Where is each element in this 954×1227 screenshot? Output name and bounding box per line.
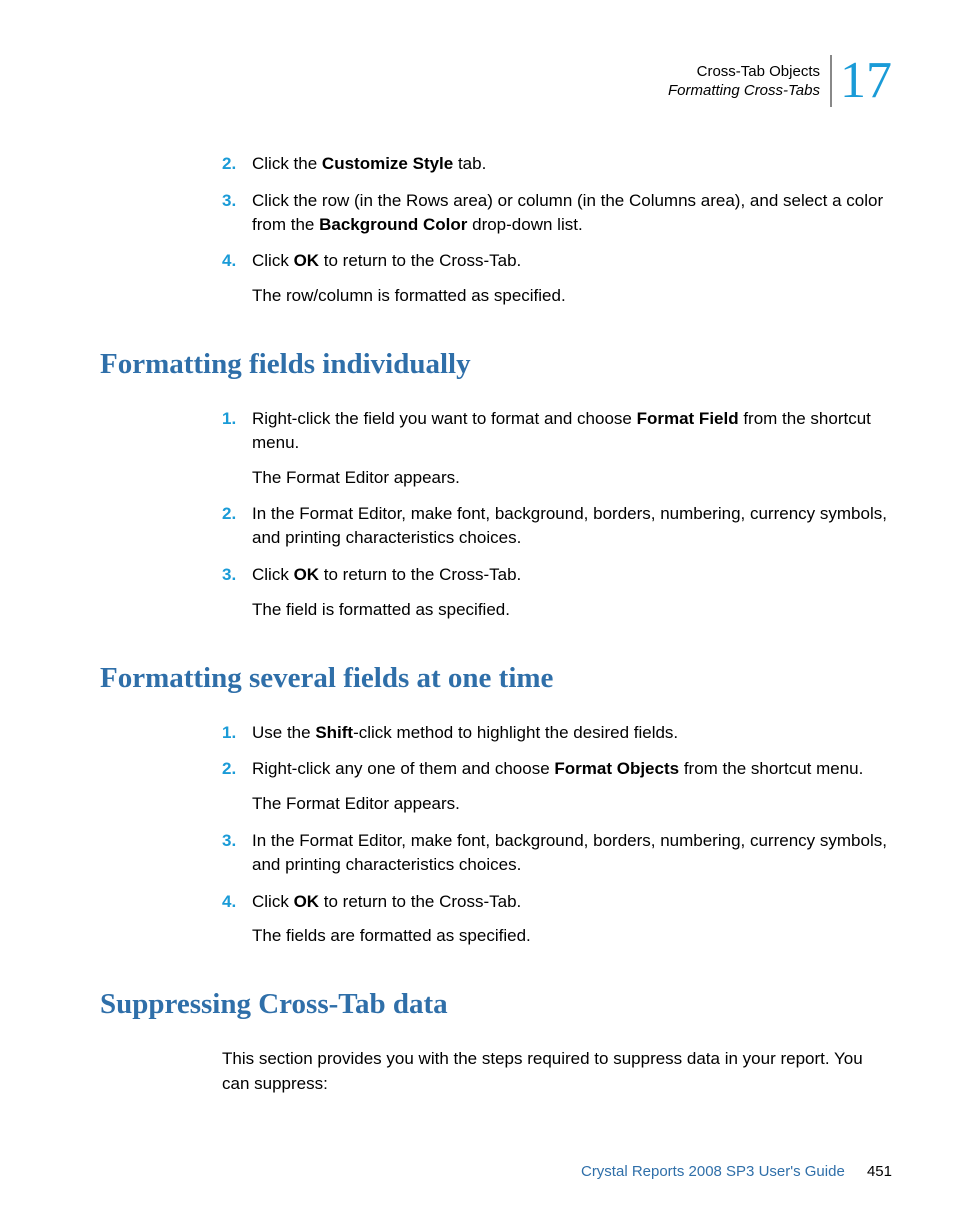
section-2-content: 1. Use the Shift-click method to highlig… — [100, 721, 892, 949]
step-text-post: drop-down list. — [467, 215, 582, 234]
step-text: In the Format Editor, make font, backgro… — [252, 831, 887, 874]
step-text-bold: OK — [294, 892, 320, 911]
page-header: Cross-Tab Objects Formatting Cross-Tabs … — [100, 55, 892, 107]
step-text-bold: OK — [294, 565, 320, 584]
step-text-bold: Shift — [315, 723, 353, 742]
step-text-bold: Format Field — [637, 409, 739, 428]
step-number: 3. — [222, 829, 236, 853]
chapter-number: 17 — [830, 55, 892, 107]
step-text-bold: Customize Style — [322, 154, 453, 173]
step-text-pre: Click — [252, 892, 294, 911]
step-text-pre: Click — [252, 565, 294, 584]
footer-page-number: 451 — [867, 1163, 892, 1180]
step-number: 2. — [222, 502, 236, 526]
step-text-post: to return to the Cross-Tab. — [319, 565, 521, 584]
step-2: 2. In the Format Editor, make font, back… — [222, 502, 892, 550]
heading-suppressing-crosstab-data: Suppressing Cross-Tab data — [100, 988, 892, 1021]
header-text-block: Cross-Tab Objects Formatting Cross-Tabs — [668, 62, 820, 101]
step-3: 3. Click OK to return to the Cross-Tab. … — [222, 563, 892, 622]
step-3: 3. Click the row (in the Rows area) or c… — [222, 189, 892, 237]
header-line2: Formatting Cross-Tabs — [668, 81, 820, 101]
step-list-0: 2. Click the Customize Style tab. 3. Cli… — [222, 152, 892, 308]
header-line1: Cross-Tab Objects — [668, 62, 820, 82]
step-list-1: 1. Right-click the field you want to for… — [222, 407, 892, 622]
step-text-pre: Click — [252, 251, 294, 270]
step-number: 3. — [222, 563, 236, 587]
step-2: 2. Click the Customize Style tab. — [222, 152, 892, 176]
step-text-bold: Background Color — [319, 215, 467, 234]
step-3: 3. In the Format Editor, make font, back… — [222, 829, 892, 877]
heading-formatting-fields-individually: Formatting fields individually — [100, 348, 892, 381]
step-text-pre: Use the — [252, 723, 315, 742]
step-number: 1. — [222, 407, 236, 431]
step-text-post: to return to the Cross-Tab. — [319, 251, 521, 270]
step-number: 4. — [222, 249, 236, 273]
step-text-pre: Click the — [252, 154, 322, 173]
step-text-post: tab. — [453, 154, 486, 173]
step-number: 3. — [222, 189, 236, 213]
step-number: 2. — [222, 757, 236, 781]
page-footer: Crystal Reports 2008 SP3 User's Guide 45… — [581, 1163, 892, 1180]
page: Cross-Tab Objects Formatting Cross-Tabs … — [0, 0, 954, 1227]
step-text-bold: OK — [294, 251, 320, 270]
step-1: 1. Use the Shift-click method to highlig… — [222, 721, 892, 745]
step-text-post: -click method to highlight the desired f… — [353, 723, 678, 742]
step-followup: The fields are formatted as specified. — [252, 924, 892, 948]
header-content: Cross-Tab Objects Formatting Cross-Tabs … — [668, 55, 892, 107]
step-text-pre: Right-click the field you want to format… — [252, 409, 637, 428]
step-2: 2. Right-click any one of them and choos… — [222, 757, 892, 816]
heading-formatting-several-fields: Formatting several fields at one time — [100, 662, 892, 695]
step-text-bold: Format Objects — [554, 759, 679, 778]
section-continuation: 2. Click the Customize Style tab. 3. Cli… — [100, 152, 892, 308]
footer-title: Crystal Reports 2008 SP3 User's Guide — [581, 1163, 845, 1180]
step-number: 2. — [222, 152, 236, 176]
section-3-body: This section provides you with the steps… — [222, 1047, 892, 1096]
step-text-pre: Right-click any one of them and choose — [252, 759, 554, 778]
step-followup: The row/column is formatted as specified… — [252, 284, 892, 308]
step-4: 4. Click OK to return to the Cross-Tab. … — [222, 249, 892, 308]
step-4: 4. Click OK to return to the Cross-Tab. … — [222, 890, 892, 949]
step-followup: The Format Editor appears. — [252, 792, 892, 816]
step-list-2: 1. Use the Shift-click method to highlig… — [222, 721, 892, 949]
step-1: 1. Right-click the field you want to for… — [222, 407, 892, 489]
step-number: 1. — [222, 721, 236, 745]
step-text-post: to return to the Cross-Tab. — [319, 892, 521, 911]
section-3-content: This section provides you with the steps… — [100, 1047, 892, 1096]
step-text-post: from the shortcut menu. — [679, 759, 863, 778]
step-number: 4. — [222, 890, 236, 914]
section-1-content: 1. Right-click the field you want to for… — [100, 407, 892, 622]
step-followup: The field is formatted as specified. — [252, 598, 892, 622]
step-followup: The Format Editor appears. — [252, 466, 892, 490]
step-text: In the Format Editor, make font, backgro… — [252, 504, 887, 547]
